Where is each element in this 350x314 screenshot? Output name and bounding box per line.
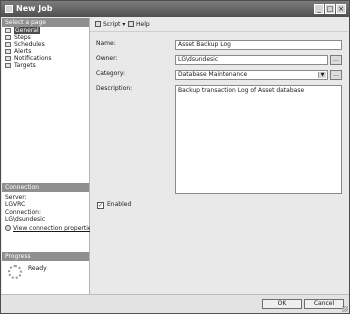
script-icon (95, 21, 101, 27)
name-field[interactable]: Asset Backup Log (175, 40, 342, 50)
page-item-notifications[interactable]: Notifications (5, 55, 52, 62)
page-item-general[interactable]: General (5, 27, 40, 34)
chevron-down-icon[interactable]: ▼ (318, 72, 326, 78)
script-button[interactable]: Script ▾ (95, 21, 125, 29)
window-title: New Job (16, 4, 53, 13)
page-icon (5, 35, 11, 40)
connection-label: Connection: (5, 209, 41, 216)
window-icon (5, 5, 13, 13)
dialog-footer: OK Cancel (1, 294, 349, 313)
category-value: Database Maintenance (178, 71, 248, 78)
ok-button[interactable]: OK (262, 299, 302, 309)
page-icon (5, 63, 11, 68)
page-item-alerts[interactable]: Alerts (5, 48, 31, 55)
page-item-targets[interactable]: Targets (5, 62, 36, 69)
server-value: LGVRC (5, 201, 26, 208)
description-field[interactable]: Backup transaction Log of Asset database (175, 85, 342, 194)
help-button[interactable]: Help (128, 21, 150, 29)
toolbar-divider (90, 31, 348, 32)
page-icon (5, 28, 11, 33)
resize-grip-icon[interactable] (342, 306, 348, 312)
cancel-button[interactable]: Cancel (304, 299, 344, 309)
connection-icon (5, 225, 11, 231)
maximize-icon[interactable]: □ (325, 4, 335, 14)
view-connection-properties[interactable]: View connection properties (5, 225, 95, 232)
progress-header: Progress (2, 252, 89, 261)
minimize-icon[interactable]: _ (314, 4, 324, 14)
title-bar: New Job _ □ × (1, 1, 349, 17)
general-page: Script ▾ Help Name: Asset Backup Log Own… (90, 18, 348, 295)
new-job-window: New Job _ □ × Select a page General Step… (0, 0, 350, 314)
progress-status: Ready (28, 265, 47, 272)
select-page-header: Select a page (2, 18, 89, 27)
page-item-schedules[interactable]: Schedules (5, 41, 45, 48)
connection-header: Connection (2, 183, 89, 192)
progress-section: Ready (2, 261, 89, 295)
owner-browse-button[interactable]: ... (330, 55, 342, 65)
left-panel: Select a page General Steps Schedules Al… (2, 18, 95, 295)
page-icon (5, 49, 11, 54)
description-label: Description: (96, 85, 133, 92)
connection-section: Server: LGVRC Connection: LG\dsundesic V… (2, 192, 95, 258)
owner-field[interactable]: LG\dsundesic (175, 55, 328, 65)
enabled-label: Enabled (107, 201, 132, 208)
category-label: Category: (96, 70, 125, 77)
connection-value: LG\dsundesic (5, 216, 46, 223)
progress-spinner-icon (8, 265, 22, 279)
page-item-steps[interactable]: Steps (5, 34, 31, 41)
page-icon (5, 42, 11, 47)
category-browse-button[interactable]: ... (330, 70, 342, 80)
page-icon (5, 56, 11, 61)
name-label: Name: (96, 40, 116, 47)
server-label: Server: (5, 194, 27, 201)
enabled-checkbox[interactable]: ✓ (97, 202, 104, 209)
owner-label: Owner: (96, 55, 118, 62)
category-select[interactable]: Database Maintenance ▼ (175, 70, 328, 80)
close-icon[interactable]: × (336, 4, 346, 14)
help-icon (128, 21, 134, 27)
